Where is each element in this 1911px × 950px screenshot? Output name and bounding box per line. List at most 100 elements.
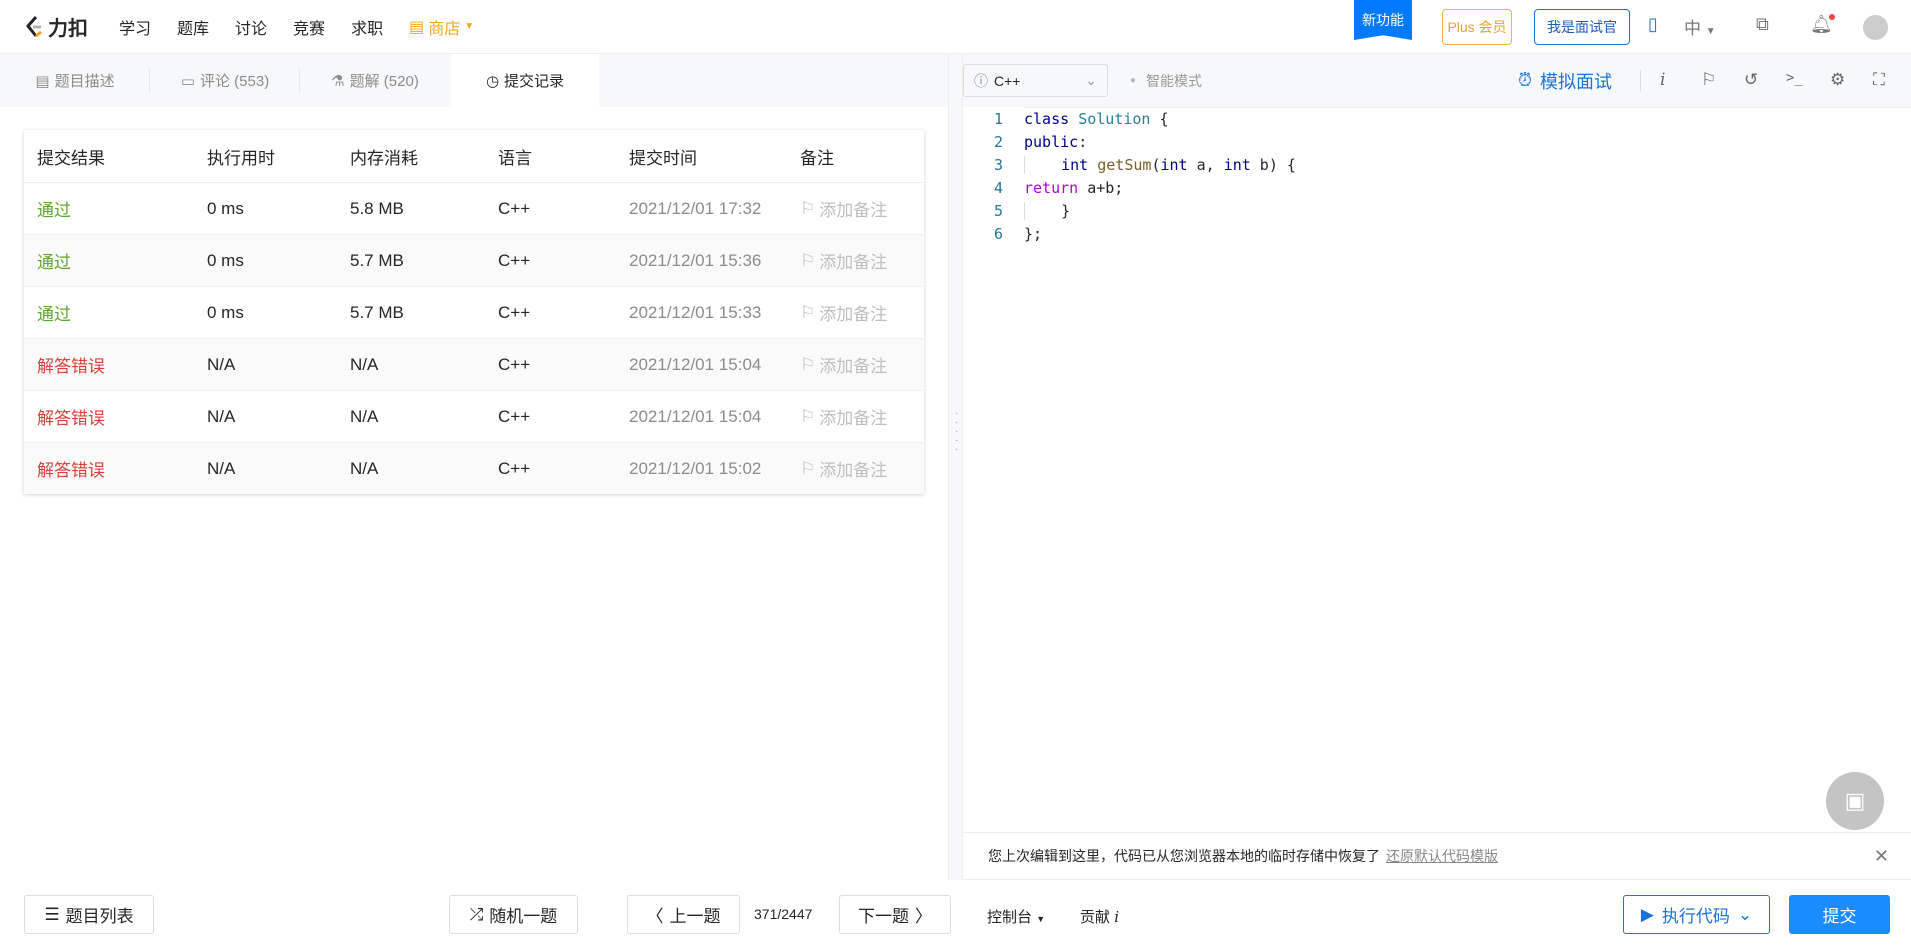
language-switch[interactable]: 中 ▼ [1684,14,1716,39]
interviewer-button[interactable]: 我是面试官 [1534,9,1630,45]
runtime: 0 ms [207,302,244,322]
add-note-button[interactable]: ⚐ 添加备注 [800,248,887,273]
table-row: 解答错误 N/A N/A C++ 2021/12/01 15:02 ⚐ 添加备注 [24,442,924,494]
nav-jobs[interactable]: 求职 [351,15,383,39]
flag-icon[interactable]: ⚐ [1701,70,1716,90]
panel-resize-handle[interactable]: · · · · · [948,54,963,880]
tab-submissions[interactable]: ◷ 提交记录 [451,54,599,107]
run-code-button[interactable]: ▶ 执行代码 ⌄ [1623,895,1770,934]
submit-time: 2021/12/01 15:04 [629,354,762,374]
code-line: 4 return a+b; [963,176,1911,199]
header-runtime: 执行用时 [207,148,275,168]
alarm-clock-icon: ⏰︎ [1518,70,1533,90]
caret-down-icon: ▼ [464,21,475,32]
nav-contest[interactable]: 竞赛 [293,15,325,39]
runtime: N/A [207,354,236,374]
status-link[interactable]: 解答错误 [37,352,105,377]
contribute-label: 贡献 [1080,909,1111,926]
table-row: 通过 0 ms 5.7 MB C++ 2021/12/01 15:36 ⚐ 添加备… [24,234,924,286]
new-feature-badge[interactable]: 新功能 [1354,0,1412,40]
status-link[interactable]: 解答错误 [37,456,105,481]
shop-label: 商店 [428,20,461,38]
nav-shop[interactable]: ▤ 商店 ▼ [409,15,474,39]
line-number: 2 [993,132,1003,151]
line-number: 4 [993,178,1003,197]
mobile-icon[interactable]: ▯ [1648,14,1658,35]
add-note-button[interactable]: ⚐ 添加备注 [800,456,887,481]
mock-interview-button[interactable]: ⏰︎ 模拟面试 [1518,54,1612,107]
header-memory: 内存消耗 [350,148,418,168]
console-toggle[interactable]: 控制台 ▼ [987,906,1045,927]
next-problem-button[interactable]: 下一题〉 [839,895,951,934]
add-note-label: 添加备注 [819,253,888,272]
logo-text: 力扣 [48,18,88,40]
restore-default-link[interactable]: 还原默认代码模版 [1386,846,1498,866]
flask-icon: ⚗ [331,72,345,90]
language-select[interactable]: ⓘ C++ ⌄ [963,64,1108,97]
info-button[interactable]: i [1660,70,1665,90]
logo[interactable]: 力扣 [24,12,88,41]
add-note-button[interactable]: ⚐ 添加备注 [800,404,887,429]
prev-problem-button[interactable]: 〈上一题 [627,895,740,934]
submit-button[interactable]: 提交 [1789,895,1890,934]
status-link[interactable]: 解答错误 [37,404,105,429]
tab-comments[interactable]: ▭ 评论 (553) [150,54,300,107]
table-row: 通过 0 ms 5.8 MB C++ 2021/12/01 17:32 ⚐ 添加备… [24,182,924,234]
reset-icon[interactable]: ↺ [1744,70,1758,90]
header-status: 提交结果 [37,148,105,168]
avatar[interactable] [1863,15,1888,40]
caret-down-icon: ▼ [1036,914,1046,924]
submit-time: 2021/12/01 15:36 [629,250,762,270]
add-note-button[interactable]: ⚐ 添加备注 [800,300,887,325]
header-time: 提交时间 [629,148,697,168]
settings-icon[interactable]: ⚙ [1830,70,1845,90]
fullscreen-icon[interactable]: ⛶ [1873,70,1885,90]
chevron-left-icon: 〈 [646,907,664,926]
contribute-button[interactable]: 贡献 i [1080,906,1119,927]
comment-icon: ▭ [180,72,195,90]
plus-member-button[interactable]: Plus 会员 [1442,9,1512,45]
notebook-button[interactable]: ▣ [1826,772,1884,830]
tab-description[interactable]: ▤ 题目描述 [0,54,150,107]
add-note-button[interactable]: ⚐ 添加备注 [800,352,887,377]
nav-problems[interactable]: 题库 [177,15,209,39]
line-number: 1 [993,109,1003,128]
clock-icon: ◷ [485,72,500,90]
code-line: 3 int getSum(int a, int b) { [963,153,1911,176]
code-line: 2 public: [963,130,1911,153]
shuffle-icon: ⤮ [469,904,484,924]
problem-list-button[interactable]: ☰ 题目列表 [24,895,154,934]
memory: 5.7 MB [350,250,404,270]
language: C++ [498,406,531,426]
terminal-icon[interactable]: >_ [1786,70,1803,86]
close-icon[interactable]: ✕ [1874,846,1889,867]
status-link[interactable]: 通过 [37,248,71,273]
notification-bell-icon[interactable]: 🔔︎ [1810,14,1835,35]
nav-discuss[interactable]: 讨论 [235,15,267,39]
random-label: 随机一题 [489,907,558,926]
chevron-right-icon: 〉 [915,907,932,926]
status-link[interactable]: 通过 [37,300,71,325]
description-icon: ▤ [35,72,50,90]
nav-learn[interactable]: 学习 [119,15,151,39]
add-note-button[interactable]: ⚐ 添加备注 [800,196,887,221]
code-line: 5 } [963,199,1911,222]
flag-icon: ⚐ [800,250,816,270]
header-language: 语言 [498,148,532,168]
language: C++ [498,458,531,478]
add-note-label: 添加备注 [819,357,888,376]
chevron-down-icon: ⌄ [1085,72,1097,88]
runtime: 0 ms [207,250,244,270]
random-problem-button[interactable]: ⤮ 随机一题 [449,895,578,934]
line-number: 6 [993,224,1003,243]
code-editor[interactable]: 1 class Solution { 2 public: 3 int getSum(… [963,107,1911,832]
tab-solutions[interactable]: ⚗ 题解 (520) [300,54,450,107]
table-row: 解答错误 N/A N/A C++ 2021/12/01 15:04 ⚐ 添加备注 [24,338,924,390]
status-link[interactable]: 通过 [37,196,71,221]
line-number: 5 [993,201,1003,220]
left-tabs: ▤ 题目描述 ▭ 评论 (553) ⚗ 题解 (520) ◷ 提交记录 [0,54,948,107]
runtime: N/A [207,406,236,426]
smart-mode-toggle[interactable]: ● 智能模式 [1130,71,1202,91]
memory: N/A [350,406,379,426]
playground-icon[interactable]: ⧉ [1756,14,1769,35]
